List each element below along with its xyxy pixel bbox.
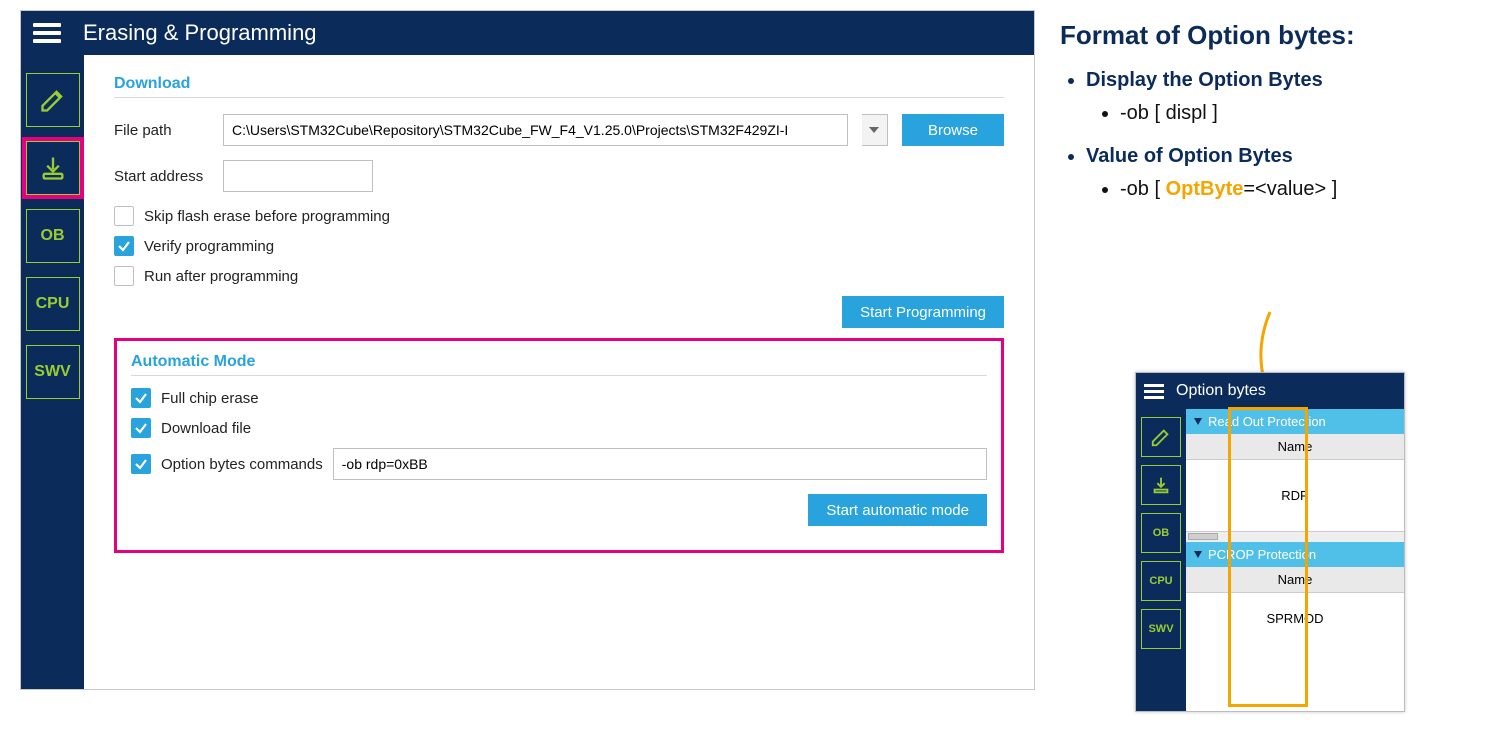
mini-row-sprmod: SPRMOD: [1186, 593, 1404, 644]
skip-erase-checkbox[interactable]: [114, 206, 134, 226]
erasing-programming-window: Erasing & Programming OB CPU SWV Downloa…: [20, 10, 1035, 690]
mini-title-text: Option bytes: [1176, 382, 1266, 400]
mini-sidebar: OB CPU SWV: [1136, 409, 1186, 711]
mini-sidebar-cpu[interactable]: CPU: [1141, 561, 1181, 601]
file-path-input[interactable]: [223, 114, 848, 146]
bullet-value-ob: Value of Option Bytes -ob [ OptByte=<val…: [1086, 145, 1500, 201]
mini-sidebar-download[interactable]: [1141, 465, 1181, 505]
main-pane: Download File path Browse Start address …: [84, 55, 1034, 689]
sidebar-edit[interactable]: [26, 73, 80, 127]
mini-titlebar: Option bytes: [1136, 373, 1404, 409]
run-after-checkbox[interactable]: [114, 266, 134, 286]
download-section-title: Download: [114, 75, 1004, 98]
full-erase-label: Full chip erase: [161, 390, 259, 407]
file-path-label: File path: [114, 122, 209, 139]
mini-sidebar-swv[interactable]: SWV: [1141, 609, 1181, 649]
sidebar-download[interactable]: [26, 141, 80, 195]
ob-commands-checkbox[interactable]: [131, 454, 151, 474]
mini-hscroll-1[interactable]: [1186, 531, 1404, 542]
file-path-dropdown[interactable]: [862, 114, 888, 146]
chevron-down-icon: [1194, 551, 1202, 559]
notes-heading: Format of Option bytes:: [1060, 20, 1500, 51]
ob-commands-row[interactable]: Option bytes commands: [131, 448, 987, 480]
subbullet-ob-displ: -ob [ displ ]: [1120, 102, 1500, 125]
download-file-label: Download file: [161, 420, 251, 437]
sidebar: OB CPU SWV: [21, 55, 84, 689]
automatic-section-title: Automatic Mode: [131, 353, 987, 376]
mini-row-rdp: RDP: [1186, 460, 1404, 531]
verify-row[interactable]: Verify programming: [114, 236, 1004, 256]
run-after-row[interactable]: Run after programming: [114, 266, 1004, 286]
ob-icon: OB: [41, 227, 65, 245]
subbullet-ob-value: -ob [ OptByte=<value> ]: [1120, 178, 1500, 201]
mini-body: Read Out Protection Name RDP PCROP Prote…: [1186, 409, 1404, 711]
chevron-down-icon: [869, 127, 879, 133]
ob-commands-input[interactable]: [333, 448, 987, 480]
mini-col-head-2: Name: [1186, 567, 1404, 593]
download-file-row[interactable]: Download file: [131, 418, 987, 438]
sidebar-swv[interactable]: SWV: [26, 345, 80, 399]
ob-commands-label: Option bytes commands: [161, 456, 323, 473]
automatic-mode-box: Automatic Mode Full chip erase Download …: [114, 338, 1004, 553]
file-path-row: File path Browse: [114, 114, 1004, 146]
verify-label: Verify programming: [144, 238, 274, 255]
mini-sec2-head[interactable]: PCROP Protection: [1186, 542, 1404, 567]
sidebar-cpu[interactable]: CPU: [26, 277, 80, 331]
download-icon: [39, 154, 67, 182]
bullet-display-ob: Display the Option Bytes -ob [ displ ]: [1086, 69, 1500, 125]
start-address-input[interactable]: [223, 160, 373, 192]
page-title: Erasing & Programming: [83, 20, 317, 46]
pencil-icon: [39, 86, 67, 114]
swv-icon: SWV: [34, 363, 70, 381]
full-erase-row[interactable]: Full chip erase: [131, 388, 987, 408]
cpu-icon: CPU: [36, 295, 70, 313]
mini-sec1-head[interactable]: Read Out Protection: [1186, 409, 1404, 434]
skip-erase-row[interactable]: Skip flash erase before programming: [114, 206, 1004, 226]
mini-menu-icon[interactable]: [1144, 384, 1164, 399]
titlebar: Erasing & Programming: [21, 11, 1034, 55]
chevron-down-icon: [1194, 418, 1202, 426]
browse-button[interactable]: Browse: [902, 114, 1004, 146]
run-after-label: Run after programming: [144, 268, 298, 285]
full-erase-checkbox[interactable]: [131, 388, 151, 408]
menu-icon[interactable]: [33, 19, 61, 47]
start-automatic-button[interactable]: Start automatic mode: [808, 494, 987, 526]
annotation-notes: Format of Option bytes: Display the Opti…: [1060, 20, 1500, 221]
download-file-checkbox[interactable]: [131, 418, 151, 438]
verify-checkbox[interactable]: [114, 236, 134, 256]
pencil-icon: [1150, 426, 1172, 448]
mini-sidebar-ob[interactable]: OB: [1141, 513, 1181, 553]
option-bytes-mini-window: Option bytes OB CPU SWV Read Out Protect…: [1135, 372, 1405, 712]
start-address-label: Start address: [114, 168, 209, 185]
download-icon: [1150, 474, 1172, 496]
mini-col-head-1: Name: [1186, 434, 1404, 460]
sidebar-ob[interactable]: OB: [26, 209, 80, 263]
mini-sidebar-edit[interactable]: [1141, 417, 1181, 457]
start-address-row: Start address: [114, 160, 1004, 192]
skip-erase-label: Skip flash erase before programming: [144, 208, 390, 225]
start-programming-button[interactable]: Start Programming: [842, 296, 1004, 328]
